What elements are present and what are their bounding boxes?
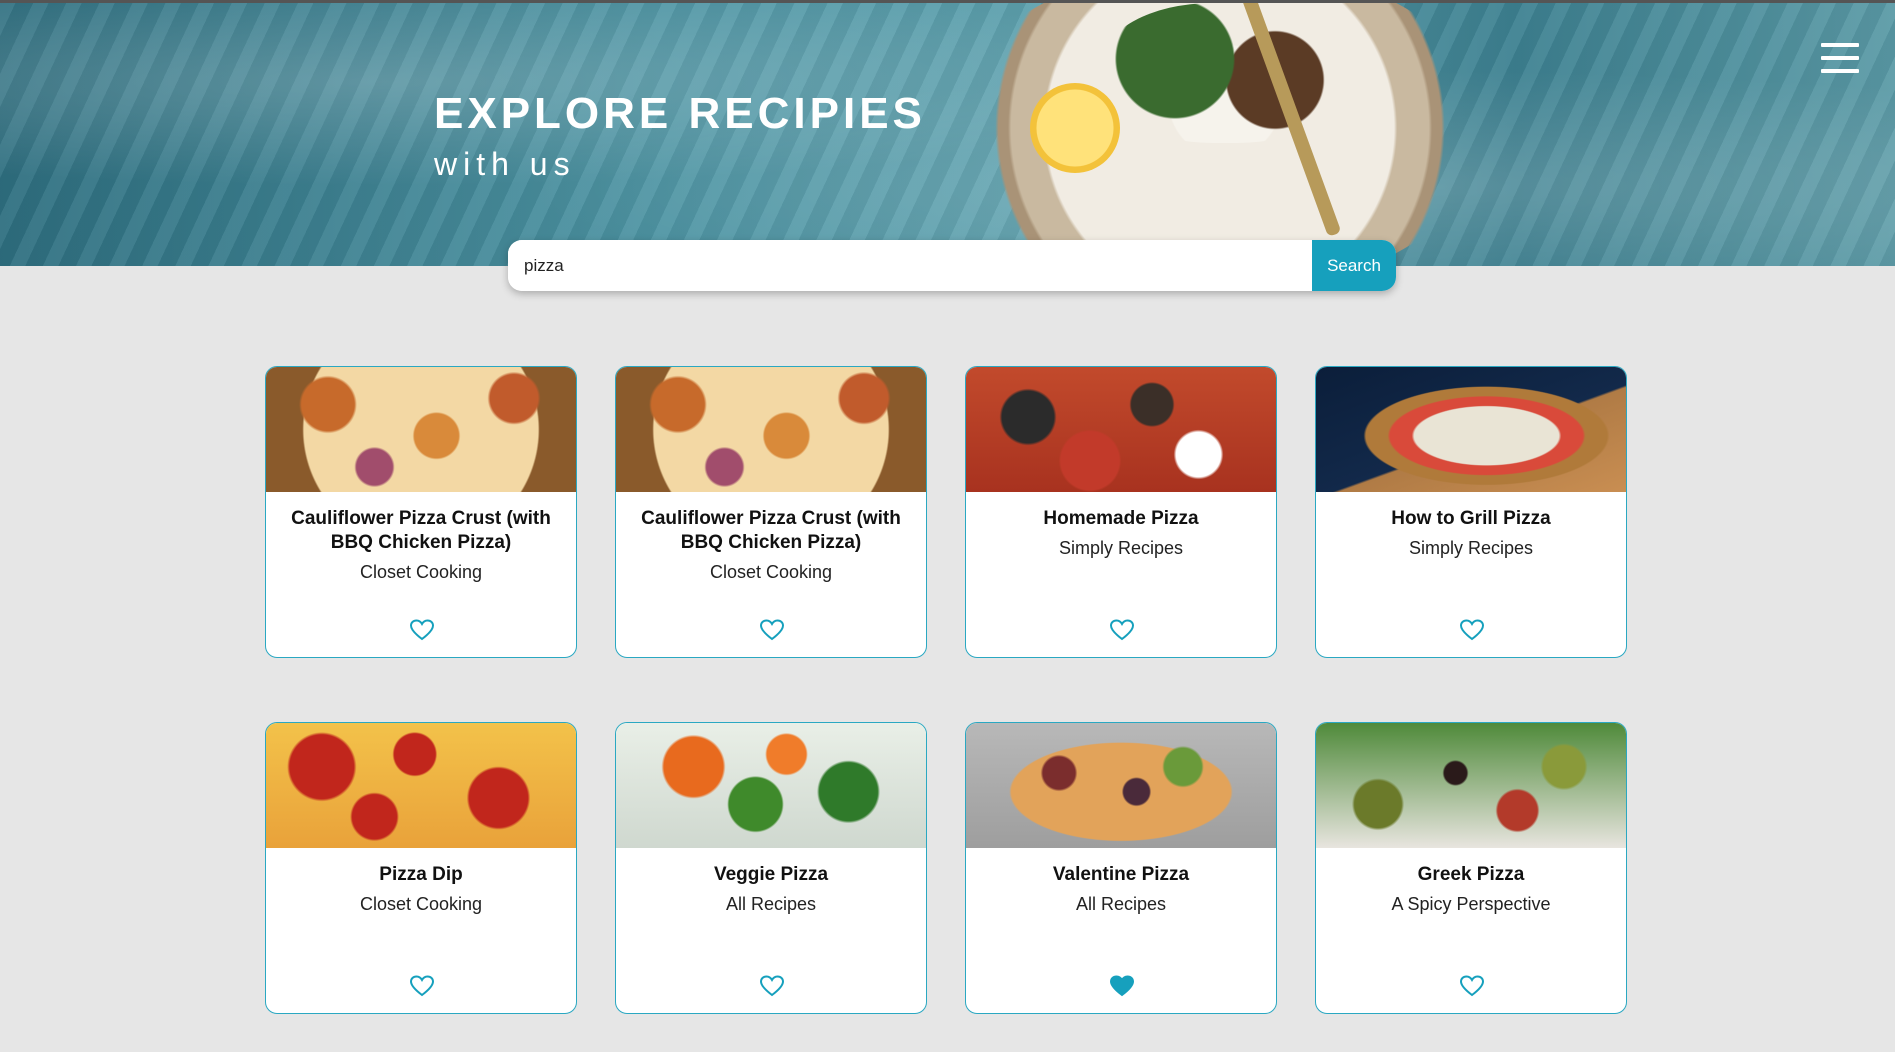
- recipe-title: How to Grill Pizza: [1391, 508, 1551, 529]
- search-bar: Search: [508, 240, 1396, 291]
- recipe-title: Valentine Pizza: [1052, 864, 1190, 885]
- recipe-image: [616, 367, 926, 492]
- recipe-image: [1316, 723, 1626, 848]
- heart-outline-icon[interactable]: [410, 975, 434, 997]
- heart-outline-icon[interactable]: [1460, 975, 1484, 997]
- search-button[interactable]: Search: [1312, 240, 1396, 291]
- recipe-source: A Spicy Perspective: [1391, 894, 1551, 914]
- heart-outline-icon[interactable]: [760, 619, 784, 641]
- menu-icon[interactable]: [1821, 43, 1859, 75]
- page-title: EXPLORE RECIPIES: [434, 89, 926, 138]
- recipe-card[interactable]: Cauliflower Pizza Crust (with BBQ Chicke…: [615, 366, 927, 658]
- recipe-card[interactable]: Pizza Dip Closet Cooking: [265, 722, 577, 1014]
- recipe-title: Cauliflower Pizza Crust (with BBQ Chicke…: [291, 508, 551, 553]
- recipe-image: [1316, 367, 1626, 492]
- recipe-image: [616, 723, 926, 848]
- recipe-source: All Recipes: [1075, 894, 1167, 914]
- heart-outline-icon[interactable]: [760, 975, 784, 997]
- recipe-title: Cauliflower Pizza Crust (with BBQ Chicke…: [641, 508, 901, 553]
- recipe-card[interactable]: Veggie Pizza All Recipes: [615, 722, 927, 1014]
- recipe-source: Closet Cooking: [709, 562, 833, 582]
- recipe-card[interactable]: Valentine Pizza All Recipes: [965, 722, 1277, 1014]
- recipe-source: Simply Recipes: [1058, 538, 1184, 558]
- recipe-source: All Recipes: [725, 894, 817, 914]
- heart-outline-icon[interactable]: [410, 619, 434, 641]
- recipe-image: [266, 367, 576, 492]
- recipe-card[interactable]: Homemade Pizza Simply Recipes: [965, 366, 1277, 658]
- hero-food-image: [950, 3, 1490, 266]
- recipe-title: Homemade Pizza: [1043, 508, 1199, 529]
- recipe-title: Pizza Dip: [379, 864, 463, 885]
- recipe-card[interactable]: Greek Pizza A Spicy Perspective: [1315, 722, 1627, 1014]
- hero-banner: EXPLORE RECIPIES with us: [0, 3, 1895, 266]
- recipe-card[interactable]: Cauliflower Pizza Crust (with BBQ Chicke…: [265, 366, 577, 658]
- heart-outline-icon[interactable]: [1460, 619, 1484, 641]
- recipe-source: Simply Recipes: [1408, 538, 1534, 558]
- recipe-image: [266, 723, 576, 848]
- heart-filled-icon[interactable]: [1110, 975, 1134, 997]
- recipe-image: [966, 367, 1276, 492]
- recipe-source: Closet Cooking: [359, 562, 483, 582]
- recipe-title: Veggie Pizza: [713, 864, 829, 885]
- search-input[interactable]: [508, 240, 1312, 291]
- recipe-card[interactable]: How to Grill Pizza Simply Recipes: [1315, 366, 1627, 658]
- recipe-source: Closet Cooking: [359, 894, 483, 914]
- recipe-image: [966, 723, 1276, 848]
- recipe-title: Greek Pizza: [1417, 864, 1525, 885]
- page-subtitle: with us: [434, 146, 576, 182]
- heart-outline-icon[interactable]: [1110, 619, 1134, 641]
- recipe-grid: Cauliflower Pizza Crust (with BBQ Chicke…: [265, 366, 1629, 1014]
